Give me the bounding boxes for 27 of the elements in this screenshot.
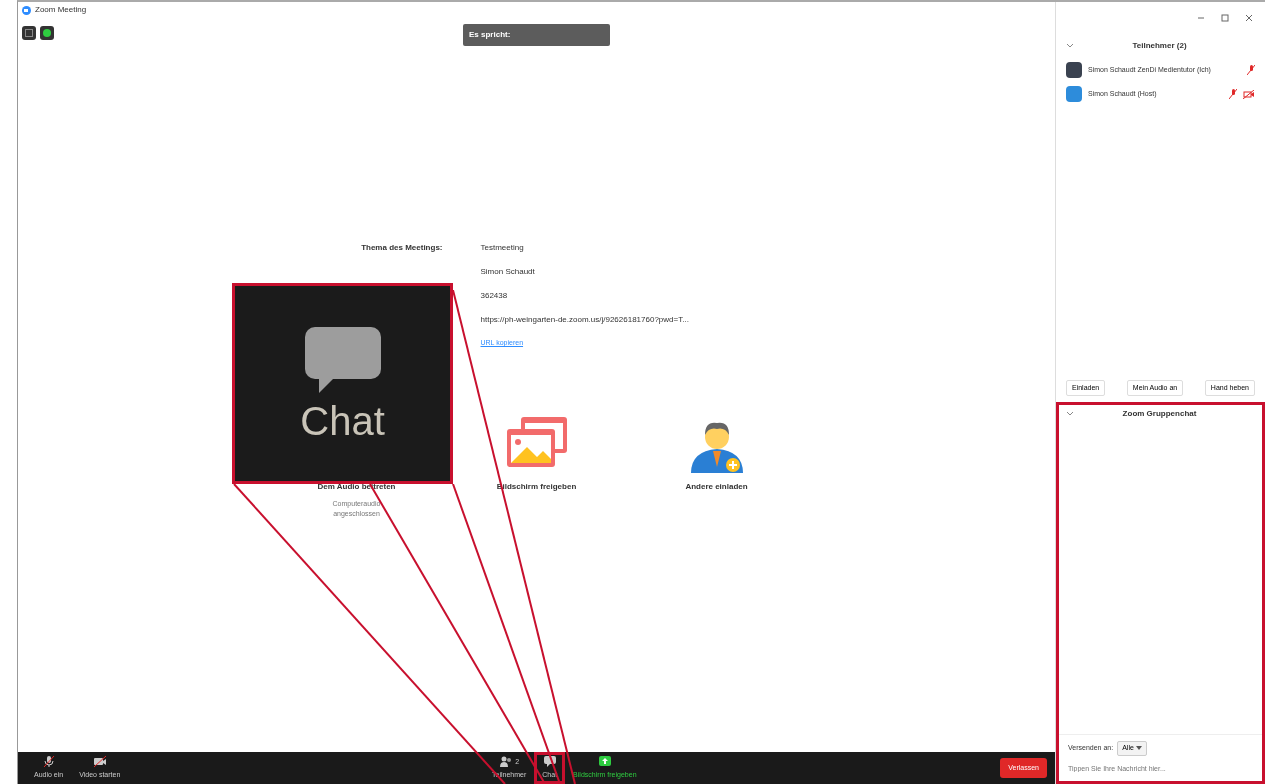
minimize-icon[interactable]: [1197, 14, 1205, 22]
window-title: Zoom Meeting: [35, 4, 87, 16]
panel-title: Zoom Gruppenchat: [1121, 408, 1198, 420]
callout-label: Chat: [300, 400, 385, 441]
meeting-value: 362438: [480, 290, 509, 302]
close-icon[interactable]: [1245, 14, 1253, 22]
meeting-value: Simon Schaudt: [480, 266, 536, 278]
caret-icon: [1135, 746, 1142, 751]
action-label[interactable]: Andere einladen: [685, 480, 748, 493]
topic-label: Thema des Meetings:: [360, 242, 443, 254]
speech-bubble-icon: [304, 326, 381, 393]
panel-title: Teilnehmer (2): [1131, 40, 1188, 52]
camera-icon: [92, 755, 107, 769]
speaker-popup: Es spricht:: [463, 24, 610, 46]
collapse-icon[interactable]: [1066, 43, 1074, 49]
meeting-value: Testmeeting: [480, 242, 525, 254]
view-button[interactable]: [22, 26, 36, 40]
security-button[interactable]: [40, 26, 54, 40]
microphone-icon: [41, 755, 56, 769]
grid-icon: [25, 29, 33, 37]
meeting-value: https://ph-weingarten-de.zoom.us/j/92626181760?pwd=T...: [480, 314, 690, 326]
share-screen-icon: [597, 755, 612, 769]
maximize-icon[interactable]: [1221, 14, 1229, 22]
zoom-logo-icon: [22, 5, 31, 15]
people-icon: [499, 755, 514, 769]
collapse-icon[interactable]: [1066, 411, 1074, 417]
speech-bubble-icon: [542, 755, 557, 769]
